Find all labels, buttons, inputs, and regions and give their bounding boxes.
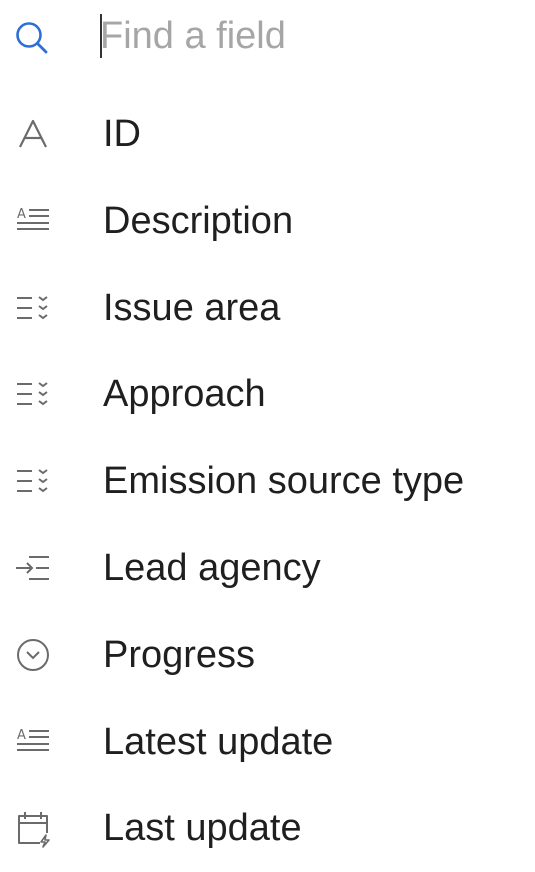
long-text-icon: A [12, 200, 54, 242]
field-label: Lead agency [103, 546, 321, 589]
multi-select-icon [12, 373, 54, 415]
field-item-approach[interactable]: Approach [0, 351, 535, 438]
field-item-lead-agency[interactable]: Lead agency [0, 525, 535, 612]
field-label: Progress [103, 633, 256, 676]
search-bar [0, 0, 535, 74]
field-label: Description [103, 199, 294, 242]
single-select-icon [12, 634, 54, 676]
field-picker: ID A Description [0, 0, 535, 851]
field-item-latest-update[interactable]: A Latest update [0, 699, 535, 786]
multi-select-icon [12, 287, 54, 329]
linked-record-icon [12, 547, 54, 589]
field-label: Approach [103, 373, 266, 416]
field-label: Issue area [103, 286, 281, 329]
long-text-icon: A [12, 721, 54, 763]
field-item-progress[interactable]: Progress [0, 612, 535, 699]
text-caret [100, 14, 102, 58]
last-modified-date-icon [12, 807, 54, 849]
search-icon [12, 18, 52, 58]
svg-text:A: A [17, 728, 26, 743]
field-label: Latest update [103, 720, 334, 763]
field-item-description[interactable]: A Description [0, 178, 535, 265]
search-input[interactable] [100, 10, 520, 62]
field-item-last-update[interactable]: Last update [0, 785, 535, 872]
field-label: Emission source type [103, 460, 465, 503]
field-label: Last update [103, 807, 302, 850]
field-label: ID [103, 113, 141, 155]
field-item-emission-source-type[interactable]: Emission source type [0, 438, 535, 525]
svg-text:A: A [17, 207, 26, 222]
field-list: ID A Description Issue area Approach Emi… [0, 91, 535, 872]
field-item-issue-area[interactable]: Issue area [0, 265, 535, 352]
text-type-icon [12, 113, 54, 155]
field-item-id[interactable]: ID [0, 91, 535, 178]
multi-select-icon [12, 460, 54, 502]
